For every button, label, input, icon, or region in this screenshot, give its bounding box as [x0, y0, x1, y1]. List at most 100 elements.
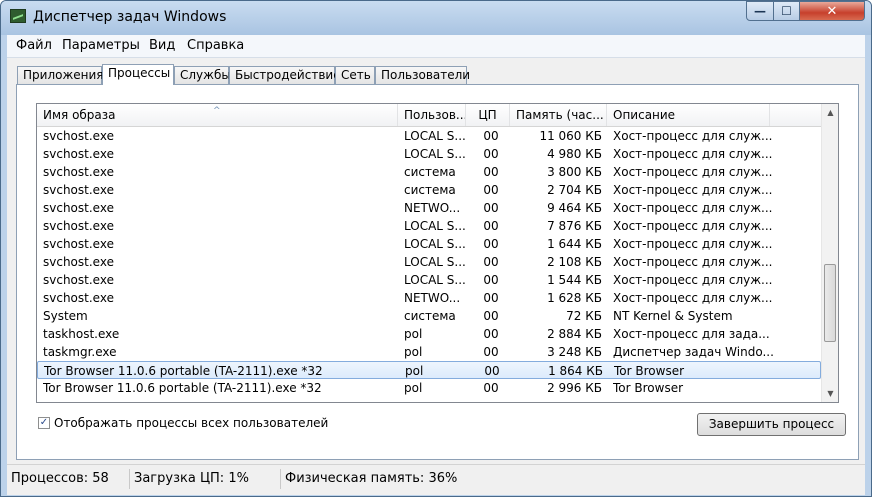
process-description-cell: Хост-процесс для служ...: [613, 255, 773, 269]
table-row[interactable]: svchost.exe NETWO... 00 1 628 КБ Хост-процес…: [37, 289, 821, 307]
column-header-image-name[interactable]: Имя образа ^: [37, 104, 398, 126]
scroll-up-icon[interactable]: ▲: [822, 104, 838, 121]
tab-services[interactable]: Службы: [174, 66, 231, 84]
table-row[interactable]: Tor Browser 11.0.6 portable (TA-2111).ex…: [37, 361, 821, 379]
maximize-button[interactable]: ☐: [773, 1, 800, 21]
process-memory-cell: 2 884 КБ: [547, 327, 602, 341]
table-row[interactable]: svchost.exe LOCAL S... 00 4 980 КБ Хост-проц…: [37, 145, 821, 163]
process-user-cell: LOCAL S...: [404, 273, 466, 287]
process-user-cell: NETWO...: [404, 201, 461, 215]
table-row[interactable]: svchost.exe система 00 3 800 КБ Хост-процесс…: [37, 163, 821, 181]
process-memory-cell: 72 КБ: [566, 309, 602, 323]
tab-users[interactable]: Пользователи: [375, 66, 470, 84]
process-name-cell: taskhost.exe: [43, 327, 120, 341]
process-name-cell: svchost.exe: [43, 255, 114, 269]
process-name-cell: Tor Browser 11.0.6 portable (TA-2111).ex…: [44, 364, 323, 378]
process-name-cell: svchost.exe: [43, 291, 114, 305]
process-cpu-cell: 00: [483, 147, 499, 161]
column-header-user[interactable]: Пользов...: [398, 104, 466, 126]
scrollbar-thumb[interactable]: [824, 264, 836, 342]
process-name-cell: svchost.exe: [43, 219, 114, 233]
process-description-cell: Хост-процесс для служ...: [613, 165, 773, 179]
scroll-down-icon[interactable]: ▼: [822, 385, 838, 402]
process-description-cell: Tor Browser: [614, 364, 685, 378]
tab-network[interactable]: Сеть: [335, 66, 375, 84]
end-process-button[interactable]: Завершить процесс: [697, 413, 846, 436]
menu-options[interactable]: Параметры: [62, 38, 140, 53]
column-header-row: Имя образа ^ Пользов... ЦП Память (час..…: [37, 104, 821, 127]
table-row[interactable]: System система 00 72 КБ NT Kernel & System: [37, 307, 821, 325]
column-header-cpu[interactable]: ЦП: [466, 104, 510, 126]
process-user-cell: pol: [405, 364, 424, 378]
process-memory-cell: 4 980 КБ: [547, 147, 602, 161]
process-cpu-cell: 00: [483, 183, 499, 197]
menu-view[interactable]: Вид: [149, 38, 175, 53]
process-cpu-cell: 00: [483, 381, 499, 395]
column-header-description[interactable]: Описание: [607, 104, 770, 126]
window-title: Диспетчер задач Windows: [33, 9, 227, 25]
table-row[interactable]: svchost.exe LOCAL S... 00 2 108 КБ Хост-проц…: [37, 253, 821, 271]
task-manager-window: Диспетчер задач Windows — ☐ ✕ Файл Парам…: [0, 0, 872, 497]
tab-applications[interactable]: Приложения: [17, 66, 104, 84]
process-memory-cell: 9 464 КБ: [547, 201, 602, 215]
process-user-cell: система: [404, 183, 456, 197]
process-description-cell: Хост-процесс для служ...: [613, 219, 773, 233]
table-row[interactable]: svchost.exe LOCAL S... 00 7 876 КБ Хост-проц…: [37, 217, 821, 235]
client-area: Приложения Процессы Службы Быстродействи…: [7, 58, 865, 464]
tab-processes[interactable]: Процессы: [102, 64, 174, 85]
process-cpu-cell: 00: [483, 309, 499, 323]
processes-panel: Имя образа ^ Пользов... ЦП Память (час..…: [16, 84, 859, 460]
column-header-memory[interactable]: Память (час...: [510, 104, 607, 126]
table-row[interactable]: Tor Browser 11.0.6 portable (TA-2111).ex…: [37, 379, 821, 397]
process-user-cell: pol: [404, 345, 423, 359]
close-button[interactable]: ✕: [799, 1, 865, 21]
process-memory-cell: 7 876 КБ: [547, 219, 602, 233]
process-memory-cell: 2 108 КБ: [547, 255, 602, 269]
table-row[interactable]: svchost.exe NETWO... 00 9 464 КБ Хост-процес…: [37, 199, 821, 217]
status-process-count: Процессов: 58: [7, 469, 130, 489]
minimize-button[interactable]: —: [746, 1, 774, 21]
process-description-cell: Хост-процесс для служ...: [613, 291, 773, 305]
table-row[interactable]: svchost.exe LOCAL S... 00 1 544 КБ Хост-проц…: [37, 271, 821, 289]
process-description-cell: Хост-процесс для служ...: [613, 129, 773, 143]
menu-help[interactable]: Справка: [187, 38, 244, 53]
status-physical-memory: Физическая память: 36%: [285, 471, 458, 486]
process-cpu-cell: 00: [483, 345, 499, 359]
process-cpu-cell: 00: [483, 327, 499, 341]
process-user-cell: LOCAL S...: [404, 255, 466, 269]
process-description-cell: Диспетчер задач Windo...: [613, 345, 773, 359]
table-row[interactable]: svchost.exe LOCAL S... 00 1 644 КБ Хост-проц…: [37, 235, 821, 253]
process-name-cell: System: [43, 309, 88, 323]
table-row[interactable]: svchost.exe система 00 2 704 КБ Хост-процесс…: [37, 181, 821, 199]
vertical-scrollbar[interactable]: ▲ ▼: [821, 104, 838, 402]
table-row[interactable]: svchost.exe LOCAL S... 00 11 060 КБ Хост-про…: [37, 127, 821, 145]
process-name-cell: svchost.exe: [43, 273, 114, 287]
menu-file[interactable]: Файл: [16, 38, 52, 53]
process-user-cell: LOCAL S...: [404, 237, 466, 251]
process-user-cell: NETWO...: [404, 291, 461, 305]
process-description-cell: Хост-процесс для служ...: [613, 147, 773, 161]
tab-performance[interactable]: Быстродействие: [229, 66, 341, 84]
show-all-users-option[interactable]: ✓ Отображать процессы всех пользователей: [38, 415, 328, 431]
process-user-cell: LOCAL S...: [404, 147, 466, 161]
process-memory-cell: 3 248 КБ: [547, 345, 602, 359]
process-description-cell: Хост-процесс для служ...: [613, 201, 773, 215]
process-cpu-cell: 00: [483, 165, 499, 179]
process-user-cell: система: [404, 165, 456, 179]
table-row[interactable]: taskhost.exe pol 00 2 884 КБ Хост-процесс дл…: [37, 325, 821, 343]
process-list: Имя образа ^ Пользов... ЦП Память (час..…: [36, 103, 839, 403]
process-description-cell: Хост-процесс для служ...: [613, 183, 773, 197]
title-bar[interactable]: Диспетчер задач Windows — ☐ ✕: [1, 1, 871, 35]
process-cpu-cell: 00: [483, 219, 499, 233]
process-memory-cell: 2 996 КБ: [547, 381, 602, 395]
process-cpu-cell: 00: [483, 201, 499, 215]
process-name-cell: taskmgr.exe: [43, 345, 117, 359]
process-description-cell: Хост-процесс для зада...: [613, 327, 770, 341]
process-memory-cell: 1 644 КБ: [547, 237, 602, 251]
process-cpu-cell: 00: [483, 291, 499, 305]
process-memory-cell: 1 628 КБ: [547, 291, 602, 305]
table-row[interactable]: taskmgr.exe pol 00 3 248 КБ Диспетчер задач …: [37, 343, 821, 361]
process-name-cell: svchost.exe: [43, 201, 114, 215]
show-all-users-checkbox[interactable]: ✓: [38, 417, 50, 429]
process-cpu-cell: 00: [483, 273, 499, 287]
